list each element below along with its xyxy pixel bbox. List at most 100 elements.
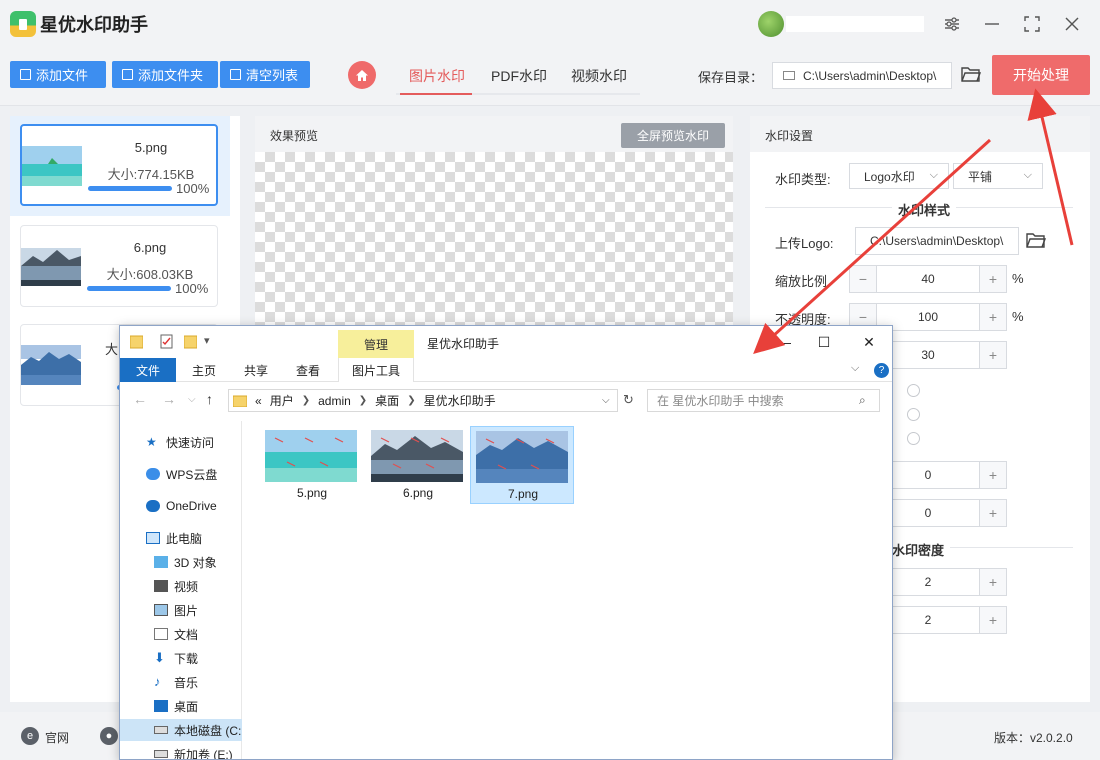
manage-tab-header[interactable]: 管理 — [338, 330, 414, 358]
ribbon-tab-view[interactable]: 查看 — [286, 358, 330, 382]
position-radio[interactable] — [907, 384, 920, 397]
tab-video-watermark[interactable]: 视频水印 — [571, 66, 627, 86]
file-name: 5.png — [134, 140, 168, 155]
address-dropdown-icon[interactable]: ⌵ — [602, 395, 610, 406]
picture-icon — [154, 604, 168, 616]
decrement-button[interactable]: − — [850, 266, 877, 292]
address-bar[interactable]: « 用户 ❯ admin ❯ 桌面 ❯ 星优水印助手 — [228, 389, 618, 412]
nav-quick-access[interactable]: ★ 快速访问 — [120, 431, 242, 453]
drive-icon — [154, 750, 168, 758]
add-file-button[interactable]: 添加文件 — [10, 61, 106, 88]
ribbon-tabs: 文件 主页 共享 查看 图片工具 — [120, 358, 892, 382]
forward-icon[interactable]: → — [162, 391, 176, 407]
ribbon-tab-home[interactable]: 主页 — [182, 358, 226, 382]
file-name: 6.png — [133, 240, 167, 255]
tab-image-watermark[interactable]: 图片水印 — [409, 66, 465, 86]
desktop-icon — [154, 700, 168, 712]
nav-music[interactable]: ♪ 音乐 — [120, 671, 242, 693]
breadcrumb-desktop[interactable]: 桌面 — [375, 392, 399, 409]
document-icon — [154, 628, 168, 640]
settings-icon[interactable] — [938, 10, 966, 38]
explorer-file-6[interactable]: 6.png — [366, 426, 470, 504]
breadcrumb-admin[interactable]: admin — [318, 394, 351, 408]
increment-button[interactable]: + — [979, 569, 1006, 595]
fullscreen-preview-button[interactable]: 全屏预览水印 — [621, 123, 725, 148]
user-avatar[interactable] — [758, 11, 784, 37]
up-icon[interactable]: ↑ — [206, 391, 213, 407]
explorer-search-input[interactable]: 在 星优水印助手 中搜索 — [647, 389, 880, 412]
increment-button[interactable]: + — [979, 462, 1006, 488]
watermark-type-select[interactable]: Logo水印 ⌵ — [849, 163, 949, 189]
app-title: 星优水印助手 — [40, 15, 148, 35]
increment-button[interactable]: + — [979, 500, 1006, 526]
explorer-file-5[interactable]: 5.png — [260, 426, 364, 504]
position-radio[interactable] — [907, 408, 920, 421]
ribbon-tab-picture-tools[interactable]: 图片工具 — [338, 358, 414, 382]
nav-wps-cloud[interactable]: WPS云盘 — [120, 463, 242, 485]
maximize-icon[interactable]: ☐ — [804, 330, 844, 354]
ribbon-tab-share[interactable]: 共享 — [234, 358, 278, 382]
maximize-icon[interactable] — [1018, 10, 1046, 38]
minimize-icon[interactable]: — — [764, 330, 804, 354]
quick-access-dropdown-icon[interactable]: ▾ — [204, 334, 210, 347]
add-folder-button[interactable]: 添加文件夹 — [112, 61, 218, 88]
progress-bar — [88, 186, 172, 191]
increment-button[interactable]: + — [979, 304, 1006, 330]
scale-stepper[interactable]: −40 + — [849, 265, 1007, 293]
file-icon — [20, 69, 31, 80]
nav-new-volume-e[interactable]: 新加卷 (E:) — [120, 743, 242, 759]
nav-this-pc[interactable]: 此电脑 — [120, 527, 242, 549]
browse-logo-folder-icon[interactable] — [1026, 232, 1047, 252]
save-dir-label: 保存目录： — [698, 70, 764, 85]
breadcrumb-users[interactable]: 用户 — [270, 392, 294, 409]
website-link[interactable]: 官网 — [45, 729, 69, 746]
tab-pdf-watermark[interactable]: PDF水印 — [491, 66, 547, 86]
clear-list-button[interactable]: 清空列表 — [220, 61, 310, 88]
breadcrumb-app-folder[interactable]: 星优水印助手 — [424, 392, 496, 409]
increment-button[interactable]: + — [979, 342, 1006, 368]
close-icon[interactable] — [1058, 10, 1086, 38]
increment-button[interactable]: + — [979, 607, 1006, 633]
file-card-5[interactable]: 5.png 大小:774.15KB 100% — [20, 124, 218, 206]
ribbon-expand-icon[interactable]: ⌵ — [851, 362, 859, 375]
browse-folder-icon[interactable] — [961, 66, 982, 86]
watermark-mode-select[interactable]: 平铺 ⌵ — [953, 163, 1043, 189]
position-radio[interactable] — [907, 432, 920, 445]
save-dir-input[interactable]: C:\Users\admin\Desktop\ — [772, 62, 952, 89]
new-folder-icon[interactable] — [184, 334, 197, 349]
increment-button[interactable]: + — [979, 266, 1006, 292]
nav-videos[interactable]: 视频 — [120, 575, 242, 597]
toolbar: 添加文件 添加文件夹 清空列表 图片水印 PDF水印 视频水印 保存目录： C:… — [0, 48, 1100, 106]
refresh-icon[interactable]: ↻ — [623, 392, 634, 408]
file-card-6[interactable]: 6.png 大小:608.03KB 100% — [20, 225, 218, 307]
navigation-pane: ★ 快速访问 WPS云盘 OneDrive 此电脑 3D 对象 视频 图片 文档 … — [120, 421, 242, 759]
nav-pictures[interactable]: 图片 — [120, 599, 242, 621]
username-redacted — [786, 16, 924, 32]
chat-icon[interactable]: ● — [100, 727, 118, 745]
watermark-density-heading: 水印密度 — [886, 540, 951, 559]
properties-icon[interactable] — [160, 334, 173, 349]
percent-unit: % — [1012, 271, 1024, 286]
thumbnail-7 — [21, 335, 81, 395]
close-icon[interactable]: ✕ — [849, 330, 889, 354]
nav-local-disk-c[interactable]: 本地磁盘 (C: — [120, 719, 242, 741]
start-processing-button[interactable]: 开始处理 — [992, 55, 1090, 95]
nav-documents[interactable]: 文档 — [120, 623, 242, 645]
ribbon-tab-file[interactable]: 文件 — [120, 358, 176, 382]
drive-icon — [154, 726, 168, 734]
logo-path-input[interactable]: C:\Users\admin\Desktop\ — [855, 227, 1019, 255]
explorer-file-7[interactable]: 7.png — [470, 426, 574, 504]
help-icon[interactable]: ? — [874, 363, 889, 378]
home-button[interactable] — [348, 61, 376, 89]
settings-header: 水印设置 — [750, 116, 1090, 152]
website-icon[interactable]: e — [21, 727, 39, 745]
back-icon[interactable]: ← — [133, 391, 147, 407]
recent-dropdown-icon[interactable]: ⌵ — [188, 394, 196, 405]
video-icon — [154, 580, 168, 592]
computer-icon — [146, 532, 160, 544]
nav-desktop[interactable]: 桌面 — [120, 695, 242, 717]
nav-downloads[interactable]: ⬇ 下载 — [120, 647, 242, 669]
minimize-icon[interactable] — [978, 10, 1006, 38]
nav-onedrive[interactable]: OneDrive — [120, 495, 242, 517]
nav-3d-objects[interactable]: 3D 对象 — [120, 551, 242, 573]
